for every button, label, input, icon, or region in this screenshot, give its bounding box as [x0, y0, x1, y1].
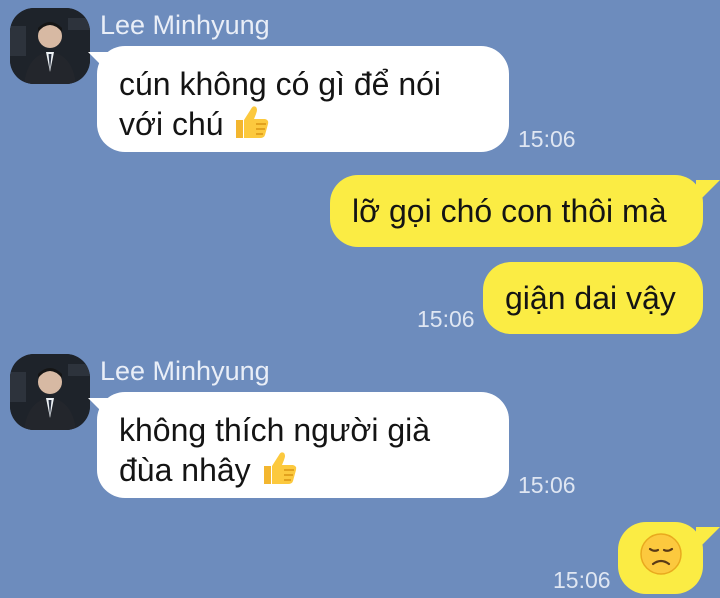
bubble-tail — [696, 180, 720, 204]
avatar[interactable] — [10, 8, 90, 84]
message-bubble[interactable]: giận dai vậy — [483, 262, 703, 334]
disappointed-face-icon — [639, 532, 683, 585]
message-text: giận dai vậy — [505, 280, 676, 316]
message-text: với chú — [119, 106, 224, 142]
message-timestamp: 15:06 — [518, 472, 576, 498]
message-bubble[interactable]: không thích người già đùa nhây — [97, 392, 509, 498]
message-text: không thích người già — [119, 412, 431, 448]
thumbs-up-icon — [260, 450, 298, 495]
avatar[interactable] — [10, 354, 90, 430]
message-text: đùa nhây — [119, 452, 251, 488]
message-text: cún không có gì để nói — [119, 66, 442, 102]
message-bubble[interactable] — [618, 522, 703, 594]
sender-name: Lee Minhyung — [100, 356, 270, 386]
sender-name: Lee Minhyung — [100, 10, 270, 40]
message-text: lỡ gọi chó con thôi mà — [352, 193, 667, 229]
message-bubble[interactable]: lỡ gọi chó con thôi mà — [330, 175, 703, 247]
bubble-tail — [696, 527, 720, 551]
message-timestamp: 15:06 — [518, 126, 576, 152]
message-bubble[interactable]: cún không có gì để nói với chú — [97, 46, 509, 152]
message-timestamp: 15:06 — [553, 567, 611, 593]
thumbs-up-icon — [232, 104, 270, 149]
message-timestamp: 15:06 — [417, 306, 475, 332]
